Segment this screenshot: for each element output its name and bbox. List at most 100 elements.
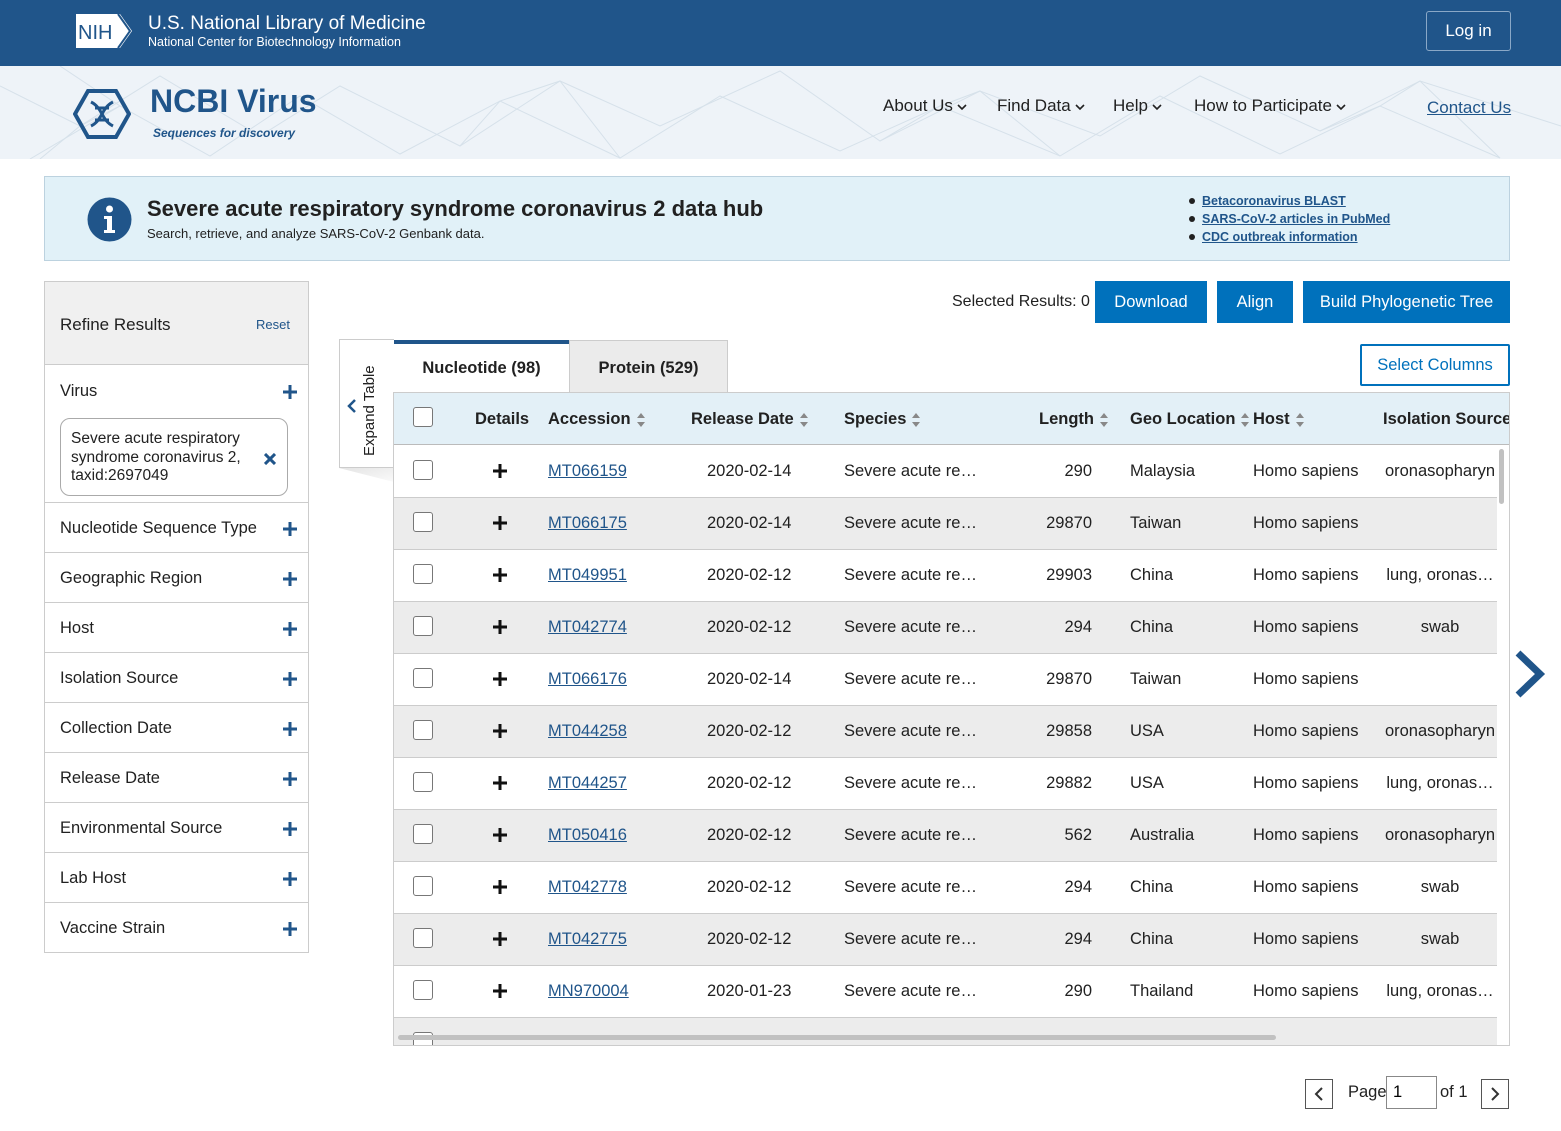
expand-details-icon[interactable] <box>493 620 507 634</box>
facet-nucleotide-sequence-type[interactable]: Nucleotide Sequence Type <box>45 503 308 553</box>
table-row[interactable]: MT042774 2020-02-12 Severe acute re… 294 Chi… <box>394 602 1497 654</box>
select-all-checkbox[interactable] <box>413 407 433 427</box>
build-phylogenetic-tree-button[interactable]: Build Phylogenetic Tree <box>1303 281 1510 323</box>
plus-icon[interactable] <box>283 385 297 399</box>
plus-icon[interactable] <box>283 522 297 536</box>
row-checkbox[interactable] <box>413 616 433 636</box>
nav-find-data[interactable]: Find Data <box>997 96 1085 116</box>
expand-details-icon[interactable] <box>493 516 507 530</box>
table-row[interactable] <box>394 1018 1497 1045</box>
nav-about-us[interactable]: About Us <box>883 96 967 116</box>
row-checkbox[interactable] <box>413 772 433 792</box>
facet-host[interactable]: Host <box>45 603 308 653</box>
login-button[interactable]: Log in <box>1426 11 1511 51</box>
nav-how-to-participate[interactable]: How to Participate <box>1194 96 1346 116</box>
expand-details-icon[interactable] <box>493 568 507 582</box>
table-row[interactable]: MT042775 2020-02-12 Severe acute re… 294 Chi… <box>394 914 1497 966</box>
nav-help[interactable]: Help <box>1113 96 1162 116</box>
accession-link[interactable]: MT044257 <box>548 774 627 793</box>
accession-link[interactable]: MT042775 <box>548 930 627 949</box>
cdc-outbreak-link[interactable]: CDC outbreak information <box>1202 230 1358 244</box>
accession-link[interactable]: MN970004 <box>548 982 629 1001</box>
download-button[interactable]: Download <box>1095 281 1207 323</box>
column-header-accession[interactable]: Accession <box>548 410 646 429</box>
table-row[interactable]: MT066176 2020-02-14 Severe acute re… 29870 T… <box>394 654 1497 706</box>
table-row[interactable]: MT049951 2020-02-12 Severe acute re… 29903 C… <box>394 550 1497 602</box>
horizontal-scrollbar[interactable] <box>398 1035 1276 1040</box>
plus-icon[interactable] <box>283 872 297 886</box>
tab-protein[interactable]: Protein (529) <box>569 340 728 393</box>
column-header-geo-location[interactable]: Geo Location <box>1130 410 1250 429</box>
accession-link[interactable]: MT066176 <box>548 670 627 689</box>
row-checkbox[interactable] <box>413 512 433 532</box>
contact-us-link[interactable]: Contact Us <box>1427 98 1511 118</box>
plus-icon[interactable] <box>283 722 297 736</box>
expand-table-toggle[interactable]: Expand Table <box>339 339 394 468</box>
facet-isolation-source[interactable]: Isolation Source <box>45 653 308 703</box>
accession-link[interactable]: MT049951 <box>548 566 627 585</box>
align-button[interactable]: Align <box>1217 281 1293 323</box>
table-row[interactable]: MT044257 2020-02-12 Severe acute re… 29882 U… <box>394 758 1497 810</box>
expand-details-icon[interactable] <box>493 828 507 842</box>
facet-collection-date[interactable]: Collection Date <box>45 703 308 753</box>
accession-link[interactable]: MT050416 <box>548 826 627 845</box>
accession-link[interactable]: MT044258 <box>548 722 627 741</box>
nih-subtitle[interactable]: National Center for Biotechnology Inform… <box>148 35 401 50</box>
expand-details-icon[interactable] <box>493 724 507 738</box>
tab-nucleotide[interactable]: Nucleotide (98) <box>394 340 569 393</box>
column-header-host[interactable]: Host <box>1253 410 1305 429</box>
nih-title[interactable]: U.S. National Library of Medicine <box>148 13 426 35</box>
page-number-input[interactable] <box>1386 1076 1437 1109</box>
row-checkbox[interactable] <box>413 980 433 1000</box>
column-header-isolation-source[interactable]: Isolation Source <box>1383 410 1509 429</box>
accession-link[interactable]: MT042774 <box>548 618 627 637</box>
ncbi-virus-logo[interactable] <box>73 88 131 140</box>
plus-icon[interactable] <box>283 822 297 836</box>
pubmed-articles-link[interactable]: SARS-CoV-2 articles in PubMed <box>1202 212 1390 226</box>
table-row[interactable]: MN970004 2020-01-23 Severe acute re… 290 Tha… <box>394 966 1497 1018</box>
facet-geographic-region[interactable]: Geographic Region <box>45 553 308 603</box>
plus-icon[interactable] <box>283 572 297 586</box>
expand-details-icon[interactable] <box>493 984 507 998</box>
expand-details-icon[interactable] <box>493 776 507 790</box>
reset-link[interactable]: Reset <box>256 317 290 332</box>
next-page-button[interactable] <box>1481 1079 1509 1109</box>
column-header-release-date[interactable]: Release Date <box>691 410 809 429</box>
facet-release-date[interactable]: Release Date <box>45 753 308 803</box>
nih-logo[interactable]: NIH <box>74 12 134 50</box>
site-title[interactable]: NCBI Virus <box>150 83 317 119</box>
accession-link[interactable]: MT066159 <box>548 462 627 481</box>
select-columns-button[interactable]: Select Columns <box>1360 344 1510 386</box>
plus-icon[interactable] <box>283 622 297 636</box>
plus-icon[interactable] <box>283 922 297 936</box>
plus-icon[interactable] <box>283 672 297 686</box>
table-row[interactable]: MT066159 2020-02-14 Severe acute re… 290 Mal… <box>394 446 1497 498</box>
accession-link[interactable]: MT066175 <box>548 514 627 533</box>
accession-link[interactable]: MT042778 <box>548 878 627 897</box>
chevron-right-icon[interactable] <box>1514 650 1546 698</box>
row-checkbox[interactable] <box>413 564 433 584</box>
vertical-scrollbar[interactable] <box>1499 449 1504 504</box>
table-row[interactable]: MT066175 2020-02-14 Severe acute re… 29870 T… <box>394 498 1497 550</box>
row-checkbox[interactable] <box>413 460 433 480</box>
close-icon[interactable] <box>264 453 276 465</box>
expand-details-icon[interactable] <box>493 672 507 686</box>
facet-vaccine-strain[interactable]: Vaccine Strain <box>45 903 308 952</box>
column-header-length[interactable]: Length <box>1039 410 1109 429</box>
expand-details-icon[interactable] <box>493 880 507 894</box>
row-checkbox[interactable] <box>413 928 433 948</box>
table-row[interactable]: MT050416 2020-02-12 Severe acute re… 562 Aus… <box>394 810 1497 862</box>
expand-details-icon[interactable] <box>493 932 507 946</box>
plus-icon[interactable] <box>283 772 297 786</box>
row-checkbox[interactable] <box>413 668 433 688</box>
row-checkbox[interactable] <box>413 824 433 844</box>
table-row[interactable]: MT042778 2020-02-12 Severe acute re… 294 Chi… <box>394 862 1497 914</box>
table-row[interactable]: MT044258 2020-02-12 Severe acute re… 29858 U… <box>394 706 1497 758</box>
column-header-species[interactable]: Species <box>844 410 921 429</box>
facet-lab-host[interactable]: Lab Host <box>45 853 308 903</box>
row-checkbox[interactable] <box>413 876 433 896</box>
row-checkbox[interactable] <box>413 720 433 740</box>
facet-environmental-source[interactable]: Environmental Source <box>45 803 308 853</box>
facet-label[interactable]: Virus <box>60 382 97 401</box>
previous-page-button[interactable] <box>1305 1079 1333 1109</box>
